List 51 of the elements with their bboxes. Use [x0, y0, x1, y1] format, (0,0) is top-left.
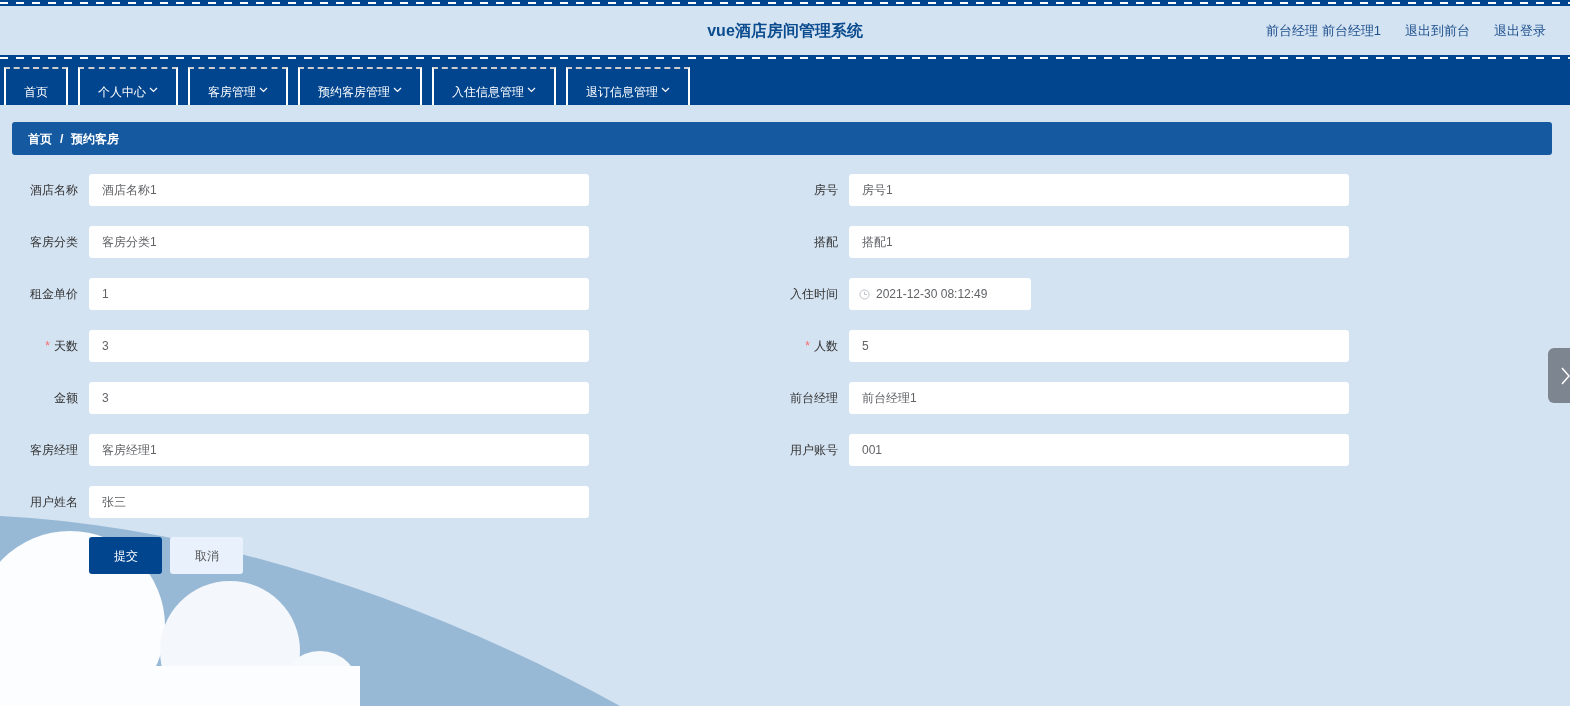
nav-tab[interactable]: 退订信息管理 — [566, 67, 690, 105]
input-field[interactable]: 3 — [89, 382, 589, 414]
input-field[interactable]: 客房经理1 — [89, 434, 589, 466]
field-label: 金额 — [53, 390, 78, 407]
input-field[interactable]: 前台经理1 — [849, 382, 1349, 414]
input-field[interactable]: 客房分类1 — [89, 226, 589, 258]
field-label: 租金单价 — [29, 286, 78, 303]
input-field[interactable]: 1 — [89, 278, 589, 310]
submit-button[interactable]: 提交 — [89, 537, 162, 574]
field-label: 客房经理 — [29, 442, 78, 459]
field-label: 用户账号 — [789, 442, 838, 459]
chevron-down-icon — [149, 87, 158, 93]
chevron-down-icon — [393, 87, 402, 93]
breadcrumb-link[interactable]: 首页 — [28, 129, 52, 148]
field-label: 酒店名称 — [29, 182, 78, 199]
header-link[interactable]: 退出到前台 — [1405, 20, 1470, 41]
field-label: 入住时间 — [789, 286, 838, 303]
nav-tab[interactable]: 入住信息管理 — [432, 67, 556, 105]
chevron-right-icon — [1561, 366, 1570, 385]
input-field[interactable]: 搭配1 — [849, 226, 1349, 258]
field-label: 人数 — [814, 339, 838, 353]
nav-tab[interactable]: 首页 — [4, 67, 68, 105]
required-mark: * — [45, 339, 50, 353]
input-field[interactable]: 张三 — [89, 486, 589, 518]
side-toggle-button[interactable] — [1548, 348, 1570, 403]
input-field[interactable]: 3 — [89, 330, 589, 362]
field-label: 天数 — [54, 339, 78, 353]
field-label: 房号 — [813, 182, 838, 199]
header-title: vue酒店房间管理系统 — [707, 20, 863, 41]
clock-icon — [859, 289, 870, 300]
field-label: 前台经理 — [789, 390, 838, 407]
field-label: 客房分类 — [29, 234, 78, 251]
field-label: 搭配 — [813, 234, 838, 251]
chevron-down-icon — [527, 87, 536, 93]
input-field[interactable]: 酒店名称1 — [89, 174, 589, 206]
field-label: 用户姓名 — [29, 494, 78, 511]
date-field[interactable]: 2021-12-30 08:12:49 — [849, 278, 1031, 310]
breadcrumb-current: 预约客房 — [71, 130, 120, 148]
required-mark: * — [805, 339, 810, 353]
input-field[interactable]: 001 — [849, 434, 1349, 466]
nav-tab[interactable]: 预约客房管理 — [298, 67, 422, 105]
cancel-button[interactable]: 取消 — [170, 537, 243, 574]
nav-tab[interactable]: 客房管理 — [188, 67, 288, 105]
chevron-down-icon — [259, 87, 268, 93]
breadcrumb-separator: / — [60, 130, 64, 148]
chevron-down-icon — [661, 87, 670, 93]
header-link[interactable]: 退出登录 — [1494, 20, 1546, 41]
input-field[interactable]: 5 — [849, 330, 1349, 362]
nav-tab[interactable]: 个人中心 — [78, 67, 178, 105]
input-field[interactable]: 房号1 — [849, 174, 1349, 206]
user-name: 前台经理 前台经理1 — [1266, 21, 1381, 40]
